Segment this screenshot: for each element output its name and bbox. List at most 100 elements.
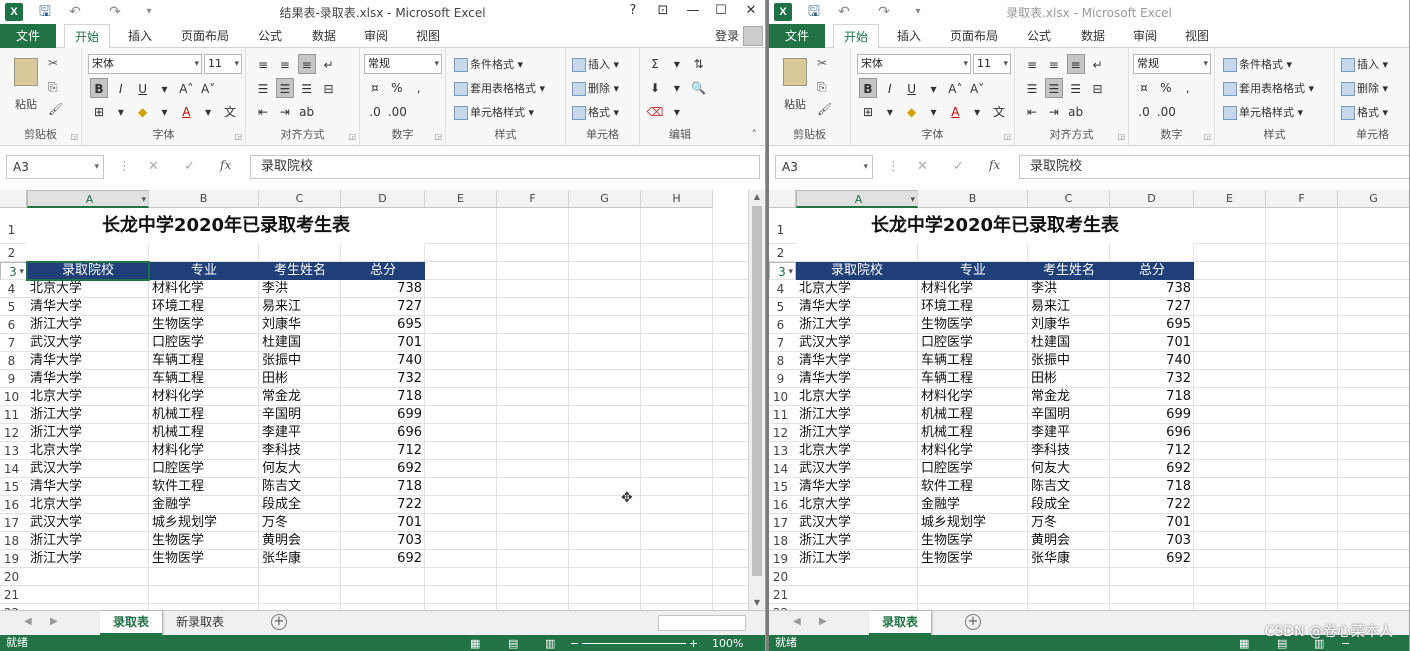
row-header[interactable]: 9: [769, 370, 796, 388]
find-select-icon[interactable]: 🔍: [690, 78, 708, 98]
row-header[interactable]: 4: [0, 280, 27, 298]
row-header[interactable]: 1: [0, 208, 27, 244]
column-header[interactable]: B: [149, 190, 259, 208]
table-cell[interactable]: 生物医学: [918, 532, 1028, 550]
border-icon[interactable]: ⊞: [859, 102, 877, 122]
table-cell[interactable]: 699: [1110, 406, 1194, 424]
formula-input[interactable]: 录取院校: [250, 155, 760, 179]
row-header[interactable]: 16: [0, 496, 27, 514]
table-cell[interactable]: 740: [1110, 352, 1194, 370]
table-cell[interactable]: 城乡规划学: [149, 514, 259, 532]
table-cell[interactable]: 740: [341, 352, 425, 370]
table-cell[interactable]: 城乡规划学: [918, 514, 1028, 532]
table-cell[interactable]: 何友大: [259, 460, 341, 478]
zoom-in-icon[interactable]: +: [689, 636, 698, 651]
table-cell[interactable]: 生物医学: [149, 532, 259, 550]
add-sheet-icon[interactable]: +: [965, 614, 981, 630]
cell-style-button[interactable]: 单元格样式 ▾: [1223, 104, 1303, 120]
tab-review[interactable]: 审阅: [354, 24, 398, 48]
table-cell[interactable]: 刘康华: [1028, 316, 1110, 334]
table-cell[interactable]: 浙江大学: [27, 406, 149, 424]
underline-button[interactable]: U: [903, 79, 921, 99]
avatar[interactable]: [743, 26, 763, 46]
dialog-launcher-icon[interactable]: ◲: [348, 132, 356, 141]
insert-function-icon[interactable]: fx: [220, 158, 231, 172]
table-cell[interactable]: 车辆工程: [149, 352, 259, 370]
dialog-launcher-icon[interactable]: ◲: [1117, 132, 1125, 141]
tab-page-layout[interactable]: 页面布局: [941, 24, 1007, 48]
row-header[interactable]: 21: [0, 586, 27, 604]
delete-cells-button[interactable]: 删除 ▾: [572, 80, 619, 96]
table-cell[interactable]: 718: [1110, 388, 1194, 406]
decrease-indent-icon[interactable]: ⇤: [1023, 102, 1041, 122]
row-header[interactable]: 2: [769, 244, 796, 262]
table-cell[interactable]: 张华康: [1028, 550, 1110, 568]
format-painter-icon[interactable]: 🖌: [48, 102, 63, 116]
table-cell[interactable]: 杜建国: [1028, 334, 1110, 352]
table-cell[interactable]: 黄明会: [259, 532, 341, 550]
tab-formulas[interactable]: 公式: [1017, 24, 1061, 48]
table-cell[interactable]: 浙江大学: [796, 532, 918, 550]
dialog-launcher-icon[interactable]: ◲: [70, 132, 78, 141]
percent-icon[interactable]: %: [388, 78, 406, 98]
border-dropdown-icon[interactable]: ▾: [112, 102, 130, 122]
font-size-select[interactable]: 11: [204, 54, 242, 74]
table-cell[interactable]: 695: [1110, 316, 1194, 334]
table-header-cell[interactable]: 专业: [918, 262, 1028, 280]
table-cell[interactable]: 李洪: [1028, 280, 1110, 298]
delete-cells-button[interactable]: 删除 ▾: [1341, 80, 1388, 96]
table-cell[interactable]: 段成全: [259, 496, 341, 514]
table-cell[interactable]: 692: [1110, 550, 1194, 568]
align-bottom-icon[interactable]: ≡: [297, 54, 316, 74]
row-header[interactable]: 16: [769, 496, 796, 514]
bold-button[interactable]: B: [859, 78, 877, 98]
table-cell[interactable]: 701: [1110, 514, 1194, 532]
table-cell[interactable]: 口腔医学: [918, 460, 1028, 478]
autosum-dropdown-icon[interactable]: ▾: [668, 54, 686, 74]
table-cell[interactable]: 口腔医学: [918, 334, 1028, 352]
table-cell[interactable]: 浙江大学: [27, 316, 149, 334]
table-cell[interactable]: 材料化学: [918, 388, 1028, 406]
table-cell[interactable]: 常金龙: [259, 388, 341, 406]
align-left-icon[interactable]: ☰: [1023, 79, 1041, 99]
align-top-icon[interactable]: ≡: [254, 55, 272, 75]
merge-center-icon[interactable]: ⊟: [319, 79, 337, 99]
table-cell[interactable]: 材料化学: [149, 280, 259, 298]
row-header[interactable]: 9: [0, 370, 27, 388]
table-cell[interactable]: 清华大学: [796, 298, 918, 316]
table-cell[interactable]: 软件工程: [149, 478, 259, 496]
table-cell[interactable]: 车辆工程: [918, 352, 1028, 370]
table-cell[interactable]: 北京大学: [27, 388, 149, 406]
column-header[interactable]: C: [1028, 190, 1110, 208]
table-cell[interactable]: 辛国明: [1028, 406, 1110, 424]
name-box[interactable]: A3: [775, 155, 873, 179]
sort-filter-icon[interactable]: ⇅: [690, 54, 708, 74]
formula-input[interactable]: 录取院校: [1019, 155, 1409, 179]
table-cell[interactable]: 金融学: [149, 496, 259, 514]
border-icon[interactable]: ⊞: [90, 102, 108, 122]
table-cell[interactable]: 718: [341, 478, 425, 496]
column-header[interactable]: G: [569, 190, 641, 208]
wrap-text-icon[interactable]: ↵: [1088, 55, 1106, 75]
underline-dropdown-icon[interactable]: ▾: [155, 79, 173, 99]
table-cell[interactable]: 703: [1110, 532, 1194, 550]
table-header-cell[interactable]: 总分: [341, 262, 425, 280]
login-link[interactable]: 登录: [715, 24, 739, 48]
table-cell[interactable]: 武汉大学: [796, 514, 918, 532]
scroll-down-icon[interactable]: ▼: [749, 596, 765, 610]
phonetic-icon[interactable]: 文: [221, 102, 239, 122]
insert-cells-button[interactable]: 插入 ▾: [1341, 56, 1388, 72]
table-cell[interactable]: 732: [341, 370, 425, 388]
row-header[interactable]: 14: [0, 460, 27, 478]
column-header[interactable]: F: [1266, 190, 1338, 208]
format-painter-icon[interactable]: 🖌: [817, 102, 832, 116]
table-cell[interactable]: 材料化学: [918, 442, 1028, 460]
table-header-cell[interactable]: 总分: [1110, 262, 1194, 280]
table-cell[interactable]: 701: [1110, 334, 1194, 352]
zoom-level[interactable]: 100%: [712, 636, 743, 651]
row-header[interactable]: 10: [769, 388, 796, 406]
table-cell[interactable]: 722: [1110, 496, 1194, 514]
row-header[interactable]: 14: [769, 460, 796, 478]
increase-decimal-icon[interactable]: .0: [366, 102, 384, 122]
dialog-launcher-icon[interactable]: ◲: [434, 132, 442, 141]
